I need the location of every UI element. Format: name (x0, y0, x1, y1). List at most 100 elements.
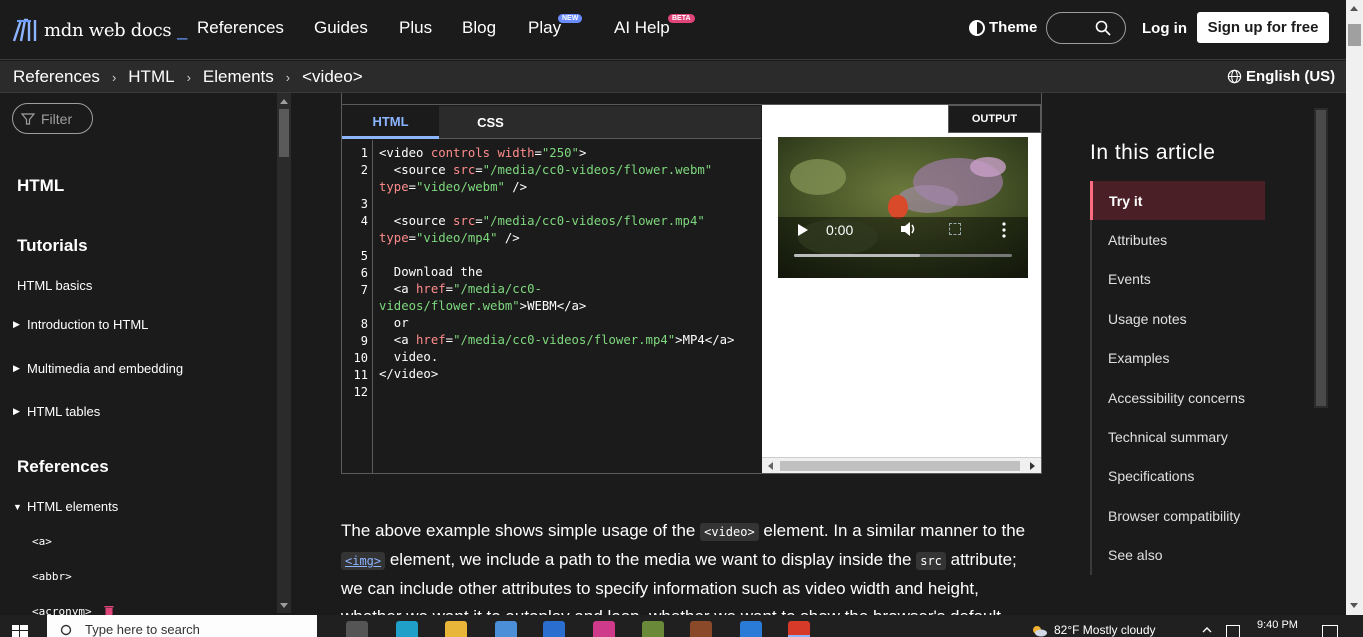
article-paragraph: The above example shows simple usage of … (341, 517, 1041, 631)
network-icon[interactable] (1226, 625, 1240, 637)
search-icon (1095, 20, 1111, 36)
sidebar-item-label: Introduction to HTML (27, 317, 149, 332)
code-token: type (379, 231, 409, 245)
nav-ai-help[interactable]: AI Help (614, 18, 670, 38)
scroll-up-arrow-icon[interactable] (280, 99, 288, 104)
mail-icon[interactable] (543, 621, 565, 637)
beta-badge: BETA (668, 14, 695, 23)
toc-item-events[interactable]: Events (1092, 260, 1265, 299)
toc-item-accessibility[interactable]: Accessibility concerns (1092, 378, 1265, 417)
sidebar-heading-tutorials: Tutorials (17, 236, 88, 255)
img-element-link[interactable]: <img> (341, 552, 386, 570)
sidebar-heading-html[interactable]: HTML (17, 176, 64, 196)
taskbar-search[interactable]: Type here to search (47, 615, 317, 637)
signup-button[interactable]: Sign up for free (1197, 12, 1329, 43)
code-token: "video/webm" (416, 180, 505, 194)
sidebar-item-a[interactable]: <a> (32, 535, 52, 548)
sidebar-item-abbr[interactable]: <abbr> (32, 570, 72, 583)
nav-plus[interactable]: Plus (399, 18, 432, 38)
toc-item-attributes[interactable]: Attributes (1092, 220, 1265, 259)
line-number: 9 (360, 334, 368, 348)
article-text: element, we include a path to the media … (385, 550, 917, 569)
toc-scroll-thumb[interactable] (1316, 110, 1326, 406)
play-icon[interactable] (798, 224, 808, 236)
page-scroll-thumb[interactable] (1348, 24, 1361, 46)
app-icon-pink[interactable] (593, 621, 615, 637)
output-horizontal-scrollbar[interactable] (762, 457, 1041, 473)
sidebar-scrollbar[interactable] (277, 93, 291, 613)
fullscreen-icon[interactable] (949, 223, 961, 235)
tab-html[interactable]: HTML (342, 106, 439, 139)
tab-css[interactable]: CSS (442, 106, 539, 139)
sidebar-item-html-elements[interactable]: ▼ HTML elements (13, 499, 118, 514)
edge-icon[interactable] (396, 621, 418, 637)
page-scroll-down-icon[interactable] (1350, 603, 1358, 608)
code-token: "/media/cc0-videos/flower.mp4" (453, 333, 676, 347)
line-number-gutter: 1 2 3 4 5 6 7 8 9 10 11 12 (342, 140, 373, 473)
login-link[interactable]: Log in (1142, 20, 1187, 37)
sidebar-item-multimedia[interactable]: ▶ Multimedia and embedding (13, 361, 183, 376)
mdn-logo[interactable]: mdn web docs _ (12, 14, 187, 46)
language-selector[interactable]: English (US) (1227, 68, 1335, 85)
sidebar-scroll-thumb[interactable] (279, 109, 289, 157)
store-icon[interactable] (495, 621, 517, 637)
more-options-icon[interactable] (1002, 222, 1006, 238)
globe-icon (1227, 69, 1242, 84)
toc-item-browser-compat[interactable]: Browser compatibility (1092, 496, 1265, 535)
code-token: "video/mp4" (416, 231, 498, 245)
line-number: 1 (360, 146, 368, 160)
toc-item-examples[interactable]: Examples (1092, 339, 1265, 378)
scroll-left-arrow-icon[interactable] (768, 462, 773, 470)
app-icon-green[interactable] (642, 621, 664, 637)
toc-item-try-it[interactable]: Try it (1090, 181, 1265, 221)
chrome-icon[interactable] (788, 621, 810, 637)
weather-widget[interactable]: 82°F Mostly cloudy (1030, 623, 1156, 637)
search-input[interactable] (1046, 12, 1126, 44)
file-explorer-icon[interactable] (445, 621, 467, 637)
sidebar-item-tables[interactable]: ▶ HTML tables (13, 404, 100, 419)
video-time: 0:00 (826, 222, 854, 238)
article-text: The above example shows simple usage of … (341, 521, 701, 540)
breadcrumb-elements[interactable]: Elements (203, 67, 274, 87)
sidebar-item-html-basics[interactable]: HTML basics (17, 278, 92, 293)
breadcrumb-separator: › (111, 69, 117, 85)
video-progress-bar[interactable] (794, 254, 1012, 257)
toc-item-usage-notes[interactable]: Usage notes (1092, 299, 1265, 338)
toc-item-specifications[interactable]: Specifications (1092, 457, 1265, 496)
video-player[interactable]: 0:00 (778, 137, 1028, 278)
scroll-down-arrow-icon[interactable] (280, 603, 288, 608)
nav-play[interactable]: Play (528, 18, 561, 38)
scroll-right-arrow-icon[interactable] (1030, 462, 1035, 470)
breadcrumb-video[interactable]: <video> (302, 67, 363, 87)
code-token: video. (379, 350, 439, 364)
notification-icon[interactable] (1322, 625, 1338, 637)
nav-guides[interactable]: Guides (314, 18, 368, 38)
toc-item-see-also[interactable]: See also (1092, 536, 1265, 575)
code-token: Download the (379, 265, 483, 279)
page-scrollbar[interactable] (1346, 0, 1363, 615)
task-view-icon[interactable] (346, 621, 368, 637)
breadcrumb-html[interactable]: HTML (128, 67, 174, 87)
windows-start-icon[interactable] (12, 625, 28, 637)
vscode-icon[interactable] (740, 621, 762, 637)
media-player-icon[interactable] (690, 621, 712, 637)
new-badge: NEW (558, 14, 583, 23)
output-label: OUTPUT (948, 105, 1041, 133)
nav-blog[interactable]: Blog (462, 18, 496, 38)
sidebar-item-introduction[interactable]: ▶ Introduction to HTML (13, 317, 148, 332)
filter-input[interactable]: Filter (12, 103, 93, 134)
volume-icon[interactable] (900, 221, 918, 237)
tray-chevron-up-icon[interactable] (1202, 625, 1212, 635)
output-scroll-thumb[interactable] (780, 461, 1020, 471)
code-line: <a href="/media/cc0- (379, 281, 763, 298)
toc-item-technical-summary[interactable]: Technical summary (1092, 417, 1265, 456)
breadcrumb-references[interactable]: References (13, 67, 100, 87)
code-token: = (445, 333, 454, 347)
theme-button[interactable]: Theme (969, 19, 1037, 36)
page-scroll-up-icon[interactable] (1350, 6, 1358, 11)
nav-references[interactable]: References (197, 18, 284, 38)
html-code-editor[interactable]: <video controls width="250"> <source src… (379, 145, 763, 383)
taskbar-clock[interactable]: 9:40 PM (1257, 619, 1298, 631)
